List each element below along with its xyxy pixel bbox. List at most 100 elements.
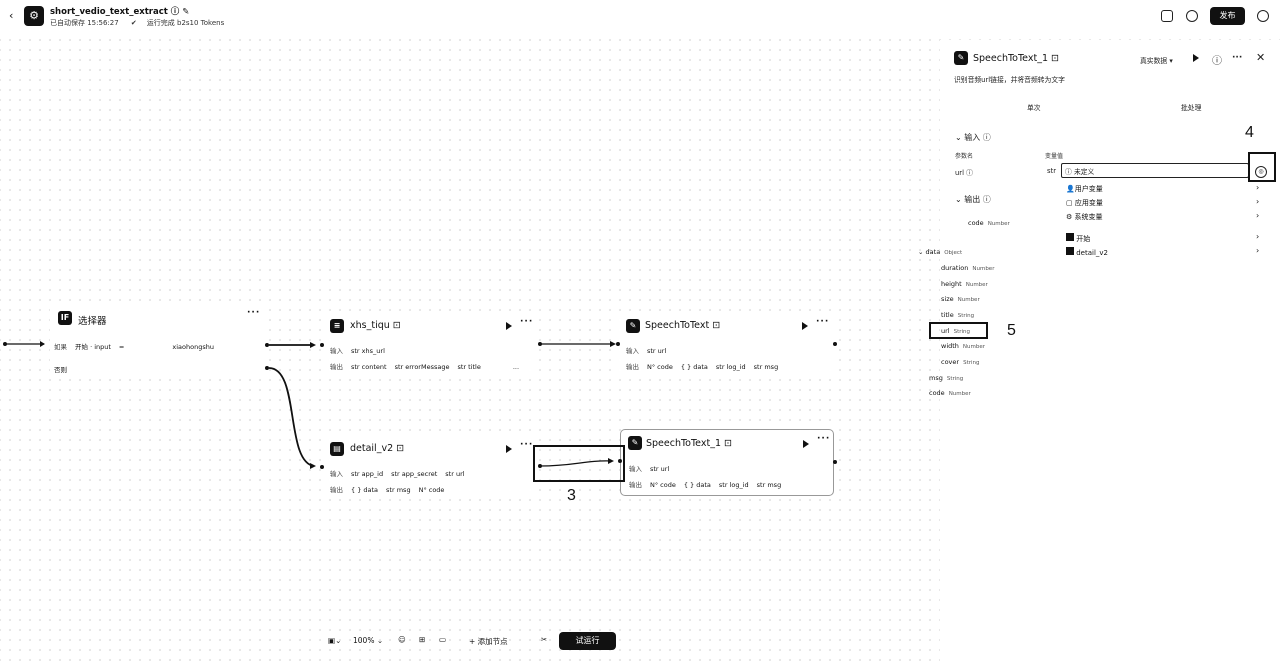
output-field: code Number — [968, 219, 1010, 227]
annotation-number-5: 5 — [1007, 322, 1016, 339]
menu-system-vars[interactable]: ⚙ 系统变量 — [1066, 212, 1103, 222]
run-icon[interactable] — [803, 440, 809, 448]
placeholder-text: ⓘ 未定义 — [1065, 168, 1095, 176]
chevron-down-icon: ⌄ — [955, 133, 962, 142]
gear-icon: ⚙ — [1066, 213, 1073, 221]
speech-to-text-node[interactable]: ✎ SpeechToText ⊡ ··· 输入 str url 输出 N° code… — [618, 314, 834, 374]
chevron-right-icon: › — [1256, 246, 1260, 255]
user-icon: 👤 — [1066, 185, 1075, 193]
more-icon[interactable]: ··· — [817, 434, 830, 444]
test-run-button[interactable]: 试运行 — [559, 632, 616, 650]
mock-data-dropdown[interactable]: 真实数据 ▾ — [1140, 55, 1173, 65]
port[interactable] — [616, 342, 620, 346]
note-icon[interactable]: ▭ — [439, 635, 446, 644]
input-row: 输入 str url — [629, 465, 670, 473]
output-field: msg String — [929, 374, 964, 382]
output-field: cover String — [941, 358, 980, 366]
info-icon: ⓘ — [982, 133, 991, 142]
debug-icon[interactable]: ✂ — [541, 635, 547, 644]
output-field[interactable]: ⌄ data Object — [918, 248, 962, 256]
edit-icon[interactable]: ⊡ — [393, 320, 401, 331]
edit-icon[interactable]: ⊡ — [1051, 53, 1059, 64]
chevron-right-icon: › — [1256, 197, 1260, 206]
edit-icon[interactable]: ⊡ — [396, 443, 404, 454]
copy-icon[interactable] — [1161, 10, 1173, 22]
run-icon[interactable] — [506, 445, 512, 453]
more-icon[interactable]: ··· — [1232, 53, 1242, 63]
run-icon[interactable] — [802, 322, 808, 330]
add-node-button[interactable]: + 添加节点 — [469, 636, 508, 647]
output-row: 输出{ } data str msg N° code — [330, 486, 445, 494]
chevron-down-icon: ⌄ — [918, 248, 924, 256]
node-title: SpeechToText ⊡ — [645, 320, 721, 331]
minimap-icon[interactable]: ▣⌄ — [328, 636, 341, 645]
run-icon[interactable] — [506, 322, 512, 330]
port[interactable] — [265, 343, 269, 347]
col-param-header: 参数名 — [955, 153, 974, 160]
port[interactable] — [3, 342, 7, 346]
menu-detail-node[interactable]: detail_v2 — [1066, 247, 1108, 257]
speech-icon: ✎ — [954, 51, 968, 65]
xhs-tiqu-node[interactable]: ≡ xhs_tiqu ⊡ ··· 输入 str xhs_url 输出 str con… — [322, 314, 538, 374]
detail-v2-node[interactable]: ▤ detail_v2 ⊡ ··· 输入 str app_id str app_se… — [322, 437, 538, 497]
more-icon[interactable]: ··· — [520, 317, 533, 327]
run-icon[interactable] — [1193, 54, 1199, 62]
node-title: xhs_tiqu ⊡ — [350, 320, 401, 331]
output-row: 输出 N° code{ } data str log_id str msg — [629, 481, 782, 489]
plugin-icon: ≡ — [330, 319, 344, 333]
info-icon: ⓘ — [1065, 168, 1072, 176]
speech-icon: ✎ — [628, 436, 642, 450]
url-value-input[interactable]: ⓘ 未定义 — [1061, 163, 1249, 178]
more-icon[interactable]: ··· — [520, 440, 533, 450]
if-icon: IF — [58, 311, 72, 325]
comment-icon[interactable]: ☺ — [398, 635, 406, 644]
else-label: 否则 — [54, 366, 67, 374]
node-config-panel — [940, 40, 1280, 662]
input-row: 输入 str app_id str app_secret str url — [330, 470, 465, 478]
panel-title: SpeechToText_1 ⊡ — [973, 53, 1060, 64]
output-field: size Number — [941, 295, 980, 303]
history-icon[interactable] — [1186, 10, 1198, 22]
port[interactable] — [265, 366, 269, 370]
menu-start-node[interactable]: 开始 — [1066, 233, 1090, 244]
zoom-select[interactable]: 100% ⌄ — [353, 636, 383, 645]
more-icon[interactable]: ··· — [247, 308, 260, 318]
menu-user-vars[interactable]: 👤用户变量 — [1066, 184, 1103, 194]
col-value-header: 变量值 — [1045, 153, 1064, 160]
port[interactable] — [320, 465, 324, 469]
param-name: url ⓘ — [955, 169, 973, 177]
settings-icon[interactable] — [1257, 10, 1269, 22]
output-row: 输出 N° code{ } data str log_id str msg — [626, 363, 779, 371]
input-row: 输入 str xhs_url — [330, 347, 385, 355]
output-section-header[interactable]: ⌄ 输出 ⓘ — [955, 194, 991, 205]
annotation-number-3: 3 — [567, 487, 576, 504]
edit-icon[interactable]: ⊡ — [724, 438, 732, 449]
tab-single[interactable]: 单次 — [1027, 102, 1041, 112]
annotation-box-4 — [1248, 152, 1276, 182]
port[interactable] — [833, 460, 837, 464]
output-row: 输出 str content str errorMessage str title..… — [330, 363, 520, 371]
help-icon[interactable]: ⓘ — [1212, 52, 1222, 67]
folder-icon: ▢ — [1066, 199, 1073, 207]
chevron-right-icon: › — [1256, 211, 1260, 220]
port[interactable] — [320, 343, 324, 347]
menu-app-vars[interactable]: ▢ 应用变量 — [1066, 198, 1103, 208]
if-condition: 如果 开始 · input = xiaohongshu — [54, 343, 214, 351]
tab-batch[interactable]: 批处理 — [1181, 102, 1201, 112]
more-icon[interactable]: ··· — [816, 317, 829, 327]
chevron-down-icon: ⌄ — [955, 195, 962, 204]
info-icon: ⓘ — [982, 195, 991, 204]
edit-icon[interactable]: ⊡ — [712, 320, 720, 331]
output-field: width Number — [941, 342, 986, 350]
port[interactable] — [833, 342, 837, 346]
selector-node[interactable]: IF 选择器 ··· 如果 开始 · input = xiaohongshu 否则 — [50, 306, 266, 378]
input-section-header[interactable]: ⌄ 输入 ⓘ — [955, 132, 991, 143]
plugin-icon: ▤ — [330, 442, 344, 456]
close-icon[interactable]: ✕ — [1256, 51, 1265, 64]
layout-icon[interactable]: ⊞ — [419, 635, 425, 644]
output-field: title String — [941, 311, 975, 319]
speech-to-text-1-node[interactable]: ✎ SpeechToText_1 ⊡ ··· 输入 str url 输出 N° co… — [620, 429, 834, 496]
port[interactable] — [538, 342, 542, 346]
publish-button[interactable]: 发布 — [1210, 7, 1245, 25]
node-description: 识别音频url链接，并将音频转为文字 — [954, 76, 1065, 84]
